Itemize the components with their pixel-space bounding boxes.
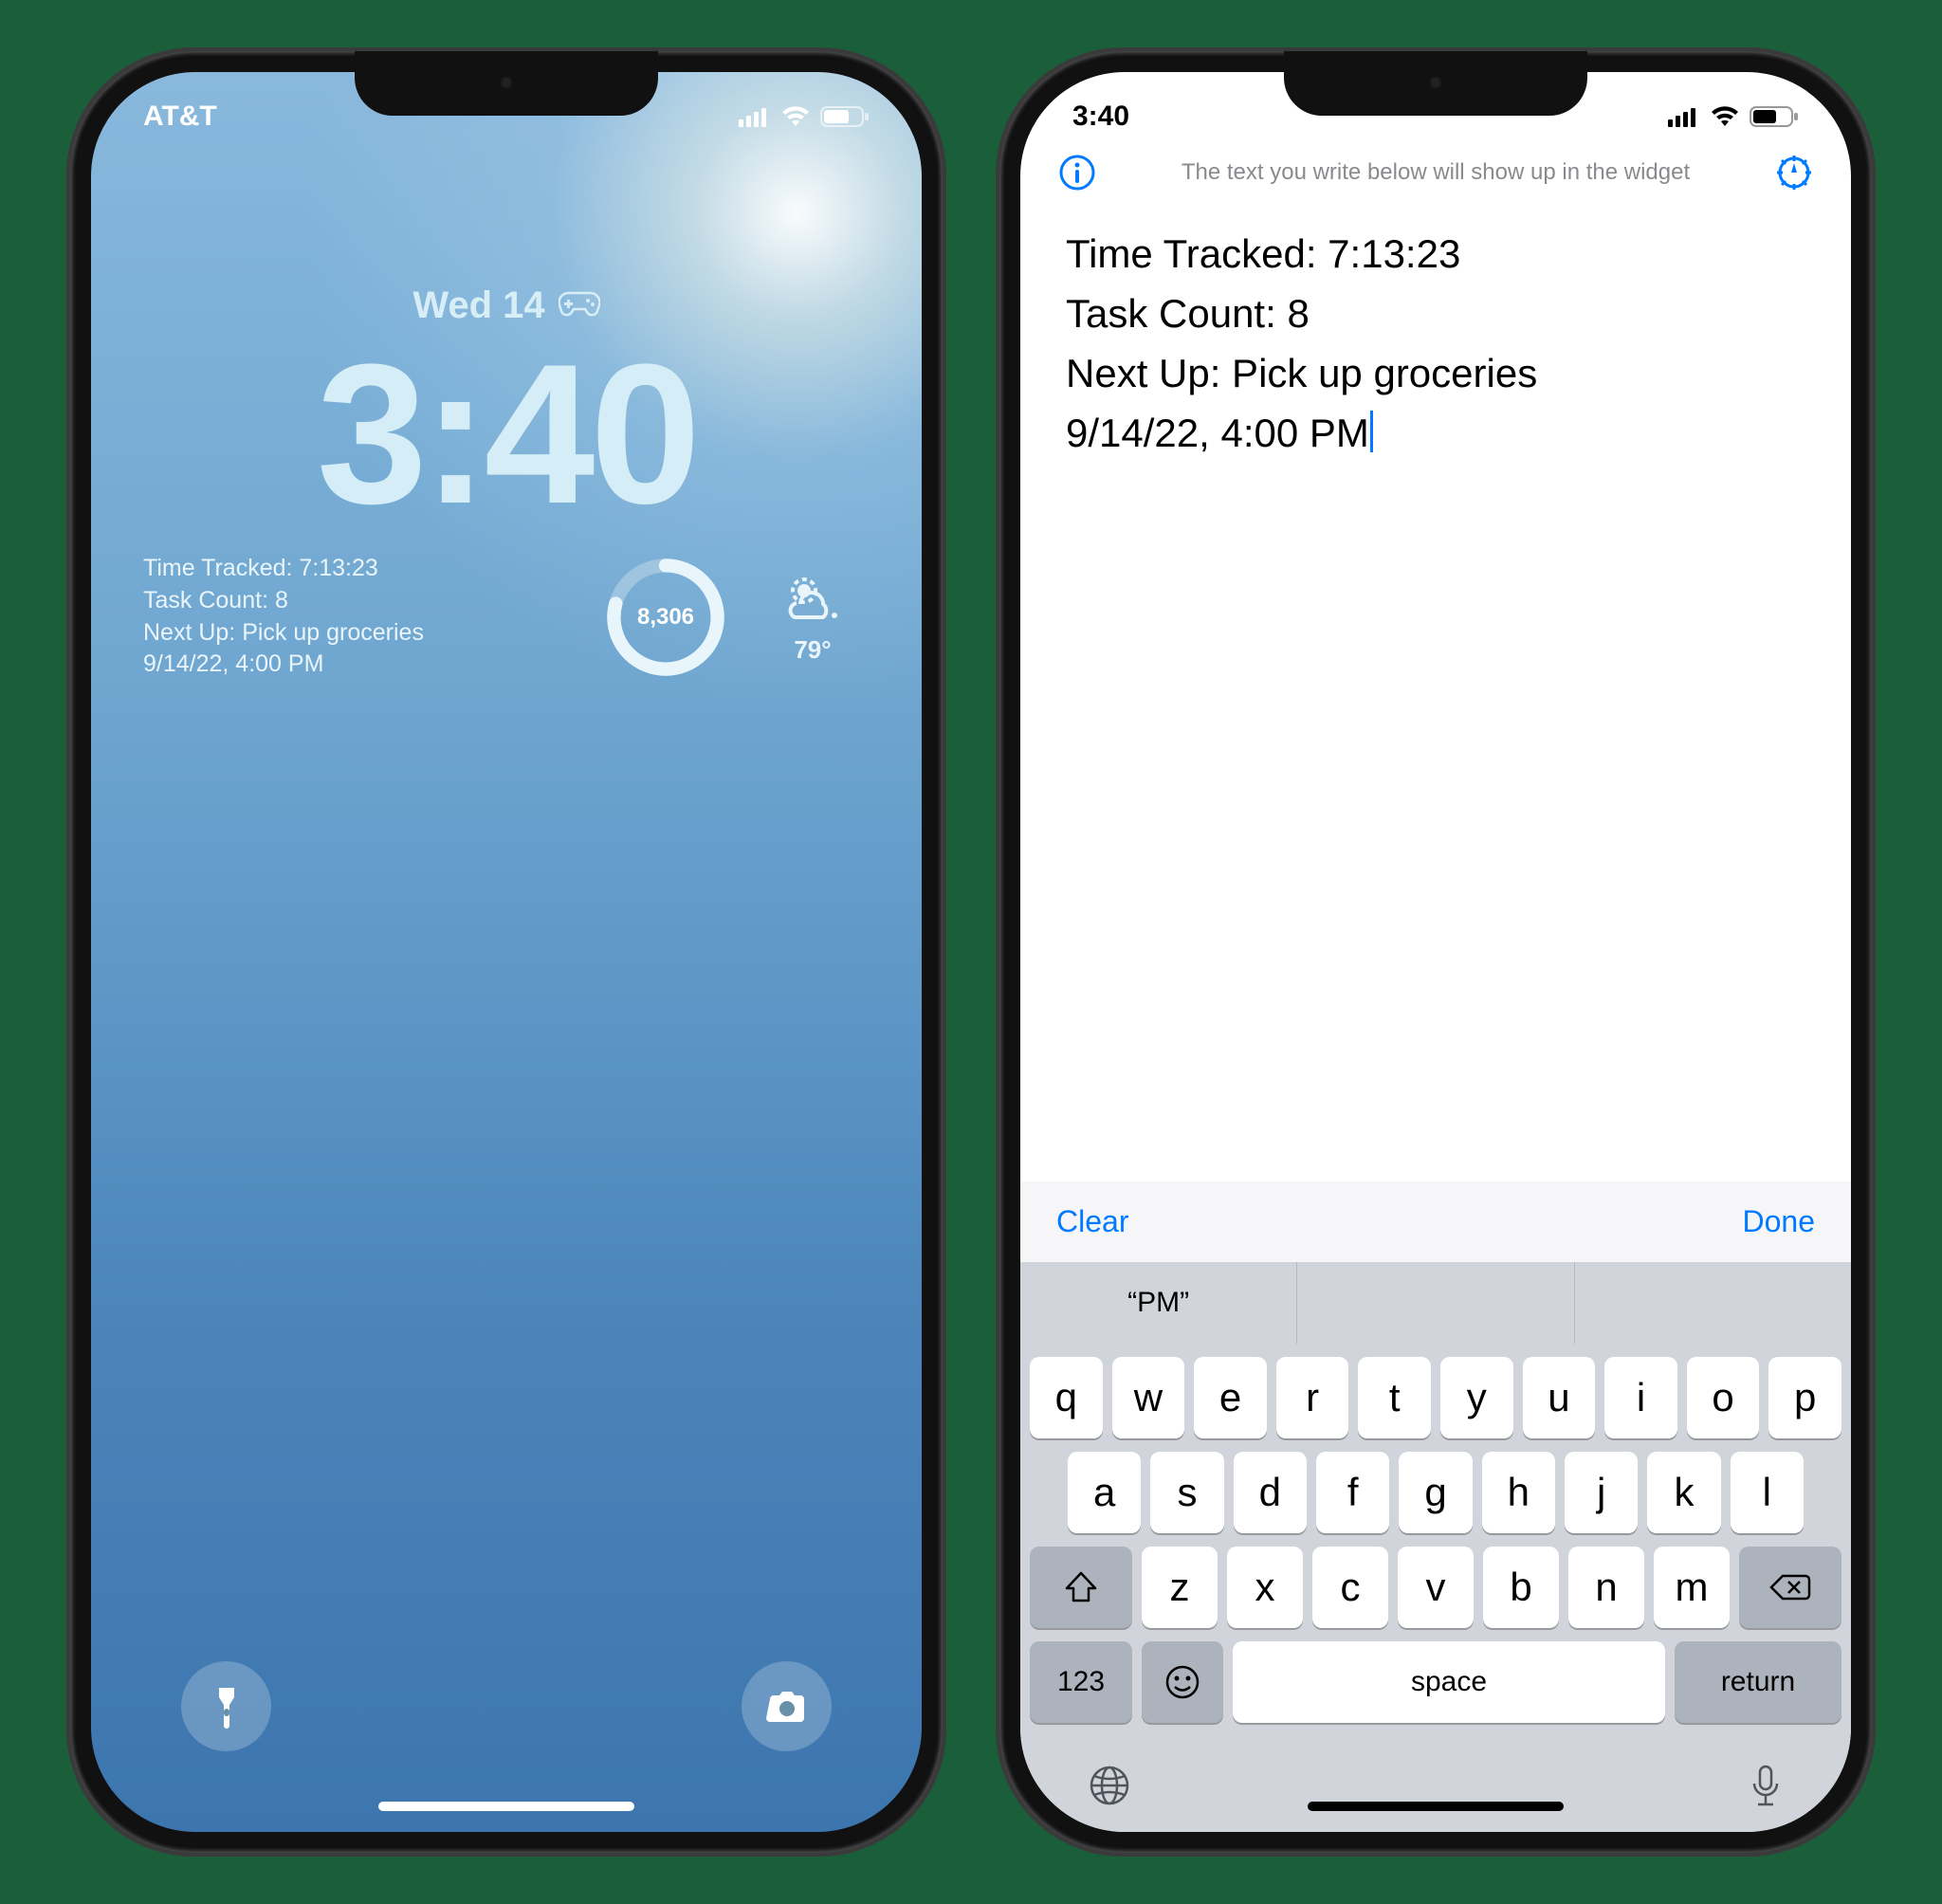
home-indicator[interactable]: [1308, 1802, 1564, 1811]
numbers-key[interactable]: 123: [1030, 1641, 1132, 1723]
emoji-key[interactable]: [1142, 1641, 1223, 1723]
key-j[interactable]: j: [1565, 1452, 1638, 1533]
flashlight-button[interactable]: [181, 1661, 271, 1751]
editor-line: Next Up: Pick up groceries: [1066, 343, 1805, 403]
key-q[interactable]: q: [1030, 1357, 1103, 1438]
weather-icon: [779, 570, 846, 630]
key-v[interactable]: v: [1398, 1547, 1474, 1628]
text-widget-line: 9/14/22, 4:00 PM: [143, 649, 576, 681]
status-time: 3:40: [1072, 101, 1129, 133]
lock-screen: AT&T Wed 14 3:40 Time Tracked: [91, 72, 922, 1832]
key-w[interactable]: w: [1112, 1357, 1185, 1438]
controller-icon: [559, 284, 600, 327]
key-e[interactable]: e: [1194, 1357, 1267, 1438]
key-c[interactable]: c: [1312, 1547, 1388, 1628]
settings-button[interactable]: [1773, 152, 1815, 193]
notch: [1284, 51, 1587, 116]
lock-time: 3:40: [91, 335, 922, 534]
keyboard-row: 123 space return: [1030, 1641, 1841, 1723]
widgets-row: Time Tracked: 7:13:23 Task Count: 8 Next…: [91, 534, 922, 681]
battery-icon: [1750, 105, 1799, 128]
text-widget-line: Next Up: Pick up groceries: [143, 617, 576, 650]
carrier-label: AT&T: [143, 101, 217, 133]
text-editor[interactable]: Time Tracked: 7:13:23 Task Count: 8 Next…: [1020, 218, 1851, 1181]
phone-editor: 3:40 The text you write below will show …: [999, 51, 1872, 1853]
key-n[interactable]: n: [1568, 1547, 1644, 1628]
camera-button[interactable]: [742, 1661, 832, 1751]
keyboard-accessory: Clear Done: [1020, 1181, 1851, 1262]
home-indicator[interactable]: [378, 1802, 634, 1811]
signal-icon: [1668, 106, 1700, 127]
keyboard-suggestions: “PM”: [1020, 1262, 1851, 1344]
text-cursor: [1370, 411, 1373, 452]
editor-line: 9/14/22, 4:00 PM: [1066, 403, 1805, 463]
phone-lockscreen: AT&T Wed 14 3:40 Time Tracked: [70, 51, 943, 1853]
done-button[interactable]: Done: [1743, 1204, 1816, 1239]
battery-icon: [820, 105, 870, 128]
keyboard: qwertyuiop asdfghjkl zxcvbnm 123 space r…: [1020, 1344, 1851, 1832]
key-h[interactable]: h: [1482, 1452, 1555, 1533]
key-d[interactable]: d: [1234, 1452, 1307, 1533]
wifi-icon: [1710, 105, 1740, 128]
dictation-key[interactable]: [1747, 1763, 1785, 1813]
key-x[interactable]: x: [1227, 1547, 1303, 1628]
text-widget[interactable]: Time Tracked: 7:13:23 Task Count: 8 Next…: [143, 553, 576, 681]
header-hint: The text you write below will show up in…: [1098, 159, 1773, 186]
space-key[interactable]: space: [1233, 1641, 1665, 1723]
lock-date-row: Wed 14: [91, 284, 922, 327]
activity-ring-widget[interactable]: 8,306: [604, 556, 727, 679]
editor-line: Time Tracked: 7:13:23: [1066, 224, 1805, 284]
text-widget-line: Task Count: 8: [143, 585, 576, 617]
temperature: 79°: [794, 635, 831, 665]
notch: [355, 51, 658, 116]
weather-widget[interactable]: 79°: [756, 570, 870, 665]
suggestion-empty[interactable]: [1297, 1262, 1574, 1344]
app-screen: 3:40 The text you write below will show …: [1020, 72, 1851, 1832]
key-t[interactable]: t: [1358, 1357, 1431, 1438]
key-f[interactable]: f: [1316, 1452, 1389, 1533]
key-g[interactable]: g: [1399, 1452, 1472, 1533]
key-u[interactable]: u: [1523, 1357, 1596, 1438]
key-z[interactable]: z: [1142, 1547, 1218, 1628]
key-b[interactable]: b: [1483, 1547, 1559, 1628]
key-o[interactable]: o: [1687, 1357, 1760, 1438]
keyboard-row: zxcvbnm: [1030, 1547, 1841, 1628]
info-button[interactable]: [1056, 152, 1098, 193]
key-i[interactable]: i: [1604, 1357, 1677, 1438]
globe-key[interactable]: [1087, 1763, 1132, 1813]
editor-line: Task Count: 8: [1066, 284, 1805, 343]
key-p[interactable]: p: [1768, 1357, 1841, 1438]
app-header: The text you write below will show up in…: [1020, 133, 1851, 218]
key-r[interactable]: r: [1276, 1357, 1349, 1438]
clear-button[interactable]: Clear: [1056, 1204, 1128, 1239]
keyboard-row: asdfghjkl: [1030, 1452, 1841, 1533]
key-a[interactable]: a: [1068, 1452, 1141, 1533]
key-y[interactable]: y: [1440, 1357, 1513, 1438]
backspace-key[interactable]: [1739, 1547, 1841, 1628]
keyboard-row: qwertyuiop: [1030, 1357, 1841, 1438]
key-s[interactable]: s: [1150, 1452, 1223, 1533]
lock-bottom-buttons: [91, 1661, 922, 1751]
shift-key[interactable]: [1030, 1547, 1132, 1628]
suggestion[interactable]: “PM”: [1020, 1262, 1297, 1344]
key-l[interactable]: l: [1731, 1452, 1804, 1533]
key-k[interactable]: k: [1647, 1452, 1720, 1533]
key-m[interactable]: m: [1654, 1547, 1730, 1628]
wifi-icon: [780, 105, 811, 128]
text-widget-line: Time Tracked: 7:13:23: [143, 553, 576, 585]
lock-date: Wed 14: [412, 284, 544, 327]
signal-icon: [739, 106, 771, 127]
suggestion-empty[interactable]: [1575, 1262, 1851, 1344]
return-key[interactable]: return: [1675, 1641, 1841, 1723]
